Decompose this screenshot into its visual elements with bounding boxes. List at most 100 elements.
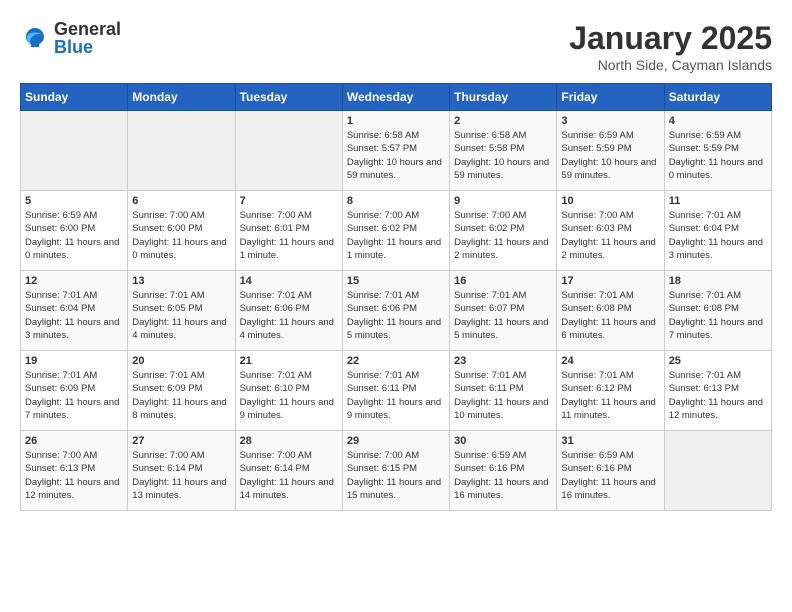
logo-text: General Blue bbox=[54, 20, 121, 56]
calendar-day: 24 Sunrise: 7:01 AMSunset: 6:12 PMDayligh… bbox=[557, 351, 664, 431]
day-info: Sunrise: 7:01 AMSunset: 6:07 PMDaylight:… bbox=[454, 289, 552, 342]
day-info: Sunrise: 7:00 AMSunset: 6:14 PMDaylight:… bbox=[132, 449, 230, 502]
calendar-day: 9 Sunrise: 7:00 AMSunset: 6:02 PMDaylight… bbox=[450, 191, 557, 271]
day-info: Sunrise: 7:00 AMSunset: 6:15 PMDaylight:… bbox=[347, 449, 445, 502]
day-info: Sunrise: 7:01 AMSunset: 6:12 PMDaylight:… bbox=[561, 369, 659, 422]
day-number: 16 bbox=[454, 275, 552, 287]
day-number: 2 bbox=[454, 115, 552, 127]
day-number: 6 bbox=[132, 195, 230, 207]
day-number: 22 bbox=[347, 355, 445, 367]
calendar-day: 4Sunrise: 6:59 AMSunset: 5:59 PMDaylight… bbox=[664, 111, 771, 191]
calendar-week-1: 1 Sunrise: 6:58 AMSunset: 5:57 PMDaylight… bbox=[21, 111, 772, 191]
day-number: 5 bbox=[25, 195, 123, 207]
calendar-week-5: 26Sunrise: 7:00 AMSunset: 6:13 PMDayligh… bbox=[21, 431, 772, 511]
day-number: 27 bbox=[132, 435, 230, 447]
day-header-monday: Monday bbox=[128, 84, 235, 111]
day-number: 9 bbox=[454, 195, 552, 207]
calendar-day: 8Sunrise: 7:00 AMSunset: 6:02 PMDaylight… bbox=[342, 191, 449, 271]
day-info: Sunrise: 7:01 AMSunset: 6:11 PMDaylight:… bbox=[347, 369, 445, 422]
day-number: 8 bbox=[347, 195, 445, 207]
calendar-day: 1 Sunrise: 6:58 AMSunset: 5:57 PMDaylight… bbox=[342, 111, 449, 191]
day-header-tuesday: Tuesday bbox=[235, 84, 342, 111]
calendar-day: 12 Sunrise: 7:01 AMSunset: 6:04 PMDayligh… bbox=[21, 271, 128, 351]
day-number: 14 bbox=[240, 275, 338, 287]
calendar-day: 23Sunrise: 7:01 AMSunset: 6:11 PMDayligh… bbox=[450, 351, 557, 431]
day-info: Sunrise: 7:01 AMSunset: 6:13 PMDaylight:… bbox=[669, 369, 767, 422]
day-info: Sunrise: 7:01 AMSunset: 6:05 PMDaylight:… bbox=[132, 289, 230, 342]
day-header-friday: Friday bbox=[557, 84, 664, 111]
calendar-day: 14 Sunrise: 7:01 AMSunset: 6:06 PMDayligh… bbox=[235, 271, 342, 351]
day-number: 31 bbox=[561, 435, 659, 447]
day-info: Sunrise: 7:01 AMSunset: 6:08 PMDaylight:… bbox=[561, 289, 659, 342]
calendar-day: 22 Sunrise: 7:01 AMSunset: 6:11 PMDayligh… bbox=[342, 351, 449, 431]
calendar-day bbox=[21, 111, 128, 191]
calendar-day: 26Sunrise: 7:00 AMSunset: 6:13 PMDayligh… bbox=[21, 431, 128, 511]
day-info: Sunrise: 6:59 AMSunset: 6:16 PMDaylight:… bbox=[561, 449, 659, 502]
day-number: 24 bbox=[561, 355, 659, 367]
calendar-day: 15 Sunrise: 7:01 AMSunset: 6:06 PMDayligh… bbox=[342, 271, 449, 351]
day-header-thursday: Thursday bbox=[450, 84, 557, 111]
day-number: 30 bbox=[454, 435, 552, 447]
calendar-day: 31 Sunrise: 6:59 AMSunset: 6:16 PMDayligh… bbox=[557, 431, 664, 511]
day-info: Sunrise: 7:01 AMSunset: 6:10 PMDaylight:… bbox=[240, 369, 338, 422]
day-info: Sunrise: 7:01 AMSunset: 6:08 PMDaylight:… bbox=[669, 289, 767, 342]
day-number: 3 bbox=[561, 115, 659, 127]
logo-icon bbox=[20, 23, 50, 53]
day-header-wednesday: Wednesday bbox=[342, 84, 449, 111]
calendar-day: 17 Sunrise: 7:01 AMSunset: 6:08 PMDayligh… bbox=[557, 271, 664, 351]
calendar-day: 18 Sunrise: 7:01 AMSunset: 6:08 PMDayligh… bbox=[664, 271, 771, 351]
calendar-day: 3Sunrise: 6:59 AMSunset: 5:59 PMDaylight… bbox=[557, 111, 664, 191]
calendar-day: 30 Sunrise: 6:59 AMSunset: 6:16 PMDayligh… bbox=[450, 431, 557, 511]
day-number: 12 bbox=[25, 275, 123, 287]
day-info: Sunrise: 7:01 AMSunset: 6:04 PMDaylight:… bbox=[25, 289, 123, 342]
day-number: 1 bbox=[347, 115, 445, 127]
day-header-sunday: Sunday bbox=[21, 84, 128, 111]
day-info: Sunrise: 7:01 AMSunset: 6:06 PMDaylight:… bbox=[240, 289, 338, 342]
calendar-day: 11Sunrise: 7:01 AMSunset: 6:04 PMDayligh… bbox=[664, 191, 771, 271]
calendar-day: 21Sunrise: 7:01 AMSunset: 6:10 PMDayligh… bbox=[235, 351, 342, 431]
calendar-day: 7Sunrise: 7:00 AMSunset: 6:01 PMDaylight… bbox=[235, 191, 342, 271]
day-number: 10 bbox=[561, 195, 659, 207]
logo: General Blue bbox=[20, 20, 121, 56]
day-number: 25 bbox=[669, 355, 767, 367]
day-info: Sunrise: 6:58 AMSunset: 5:57 PMDaylight:… bbox=[347, 129, 445, 182]
header: General Blue January 2025 North Side, Ca… bbox=[20, 20, 772, 73]
calendar-week-2: 5 Sunrise: 6:59 AMSunset: 6:00 PMDaylight… bbox=[21, 191, 772, 271]
calendar-day: 20 Sunrise: 7:01 AMSunset: 6:09 PMDayligh… bbox=[128, 351, 235, 431]
day-info: Sunrise: 7:01 AMSunset: 6:09 PMDaylight:… bbox=[132, 369, 230, 422]
day-number: 20 bbox=[132, 355, 230, 367]
calendar-day: 19 Sunrise: 7:01 AMSunset: 6:09 PMDayligh… bbox=[21, 351, 128, 431]
day-number: 7 bbox=[240, 195, 338, 207]
day-number: 11 bbox=[669, 195, 767, 207]
calendar-day: 2Sunrise: 6:58 AMSunset: 5:58 PMDaylight… bbox=[450, 111, 557, 191]
calendar-day: 5 Sunrise: 6:59 AMSunset: 6:00 PMDaylight… bbox=[21, 191, 128, 271]
calendar-day: 25 Sunrise: 7:01 AMSunset: 6:13 PMDayligh… bbox=[664, 351, 771, 431]
day-info: Sunrise: 7:00 AMSunset: 6:02 PMDaylight:… bbox=[454, 209, 552, 262]
calendar-week-4: 19 Sunrise: 7:01 AMSunset: 6:09 PMDayligh… bbox=[21, 351, 772, 431]
calendar-day: 6 Sunrise: 7:00 AMSunset: 6:00 PMDaylight… bbox=[128, 191, 235, 271]
day-info: Sunrise: 6:59 AMSunset: 6:16 PMDaylight:… bbox=[454, 449, 552, 502]
day-info: Sunrise: 6:59 AMSunset: 6:00 PMDaylight:… bbox=[25, 209, 123, 262]
day-info: Sunrise: 7:00 AMSunset: 6:03 PMDaylight:… bbox=[561, 209, 659, 262]
day-info: Sunrise: 6:59 AMSunset: 5:59 PMDaylight:… bbox=[669, 129, 767, 182]
calendar-table: SundayMondayTuesdayWednesdayThursdayFrid… bbox=[20, 83, 772, 511]
day-number: 15 bbox=[347, 275, 445, 287]
day-number: 28 bbox=[240, 435, 338, 447]
day-info: Sunrise: 7:01 AMSunset: 6:06 PMDaylight:… bbox=[347, 289, 445, 342]
day-number: 17 bbox=[561, 275, 659, 287]
calendar-day: 29Sunrise: 7:00 AMSunset: 6:15 PMDayligh… bbox=[342, 431, 449, 511]
day-info: Sunrise: 7:00 AMSunset: 6:00 PMDaylight:… bbox=[132, 209, 230, 262]
day-info: Sunrise: 7:01 AMSunset: 6:09 PMDaylight:… bbox=[25, 369, 123, 422]
day-info: Sunrise: 7:00 AMSunset: 6:14 PMDaylight:… bbox=[240, 449, 338, 502]
calendar-day: 13 Sunrise: 7:01 AMSunset: 6:05 PMDayligh… bbox=[128, 271, 235, 351]
calendar-day: 16 Sunrise: 7:01 AMSunset: 6:07 PMDayligh… bbox=[450, 271, 557, 351]
day-number: 13 bbox=[132, 275, 230, 287]
location-subtitle: North Side, Cayman Islands bbox=[569, 57, 772, 73]
calendar-day bbox=[128, 111, 235, 191]
day-number: 18 bbox=[669, 275, 767, 287]
calendar-day bbox=[664, 431, 771, 511]
month-title: January 2025 bbox=[569, 20, 772, 57]
logo-blue-text: Blue bbox=[54, 38, 121, 56]
day-number: 19 bbox=[25, 355, 123, 367]
calendar-day: 28 Sunrise: 7:00 AMSunset: 6:14 PMDayligh… bbox=[235, 431, 342, 511]
